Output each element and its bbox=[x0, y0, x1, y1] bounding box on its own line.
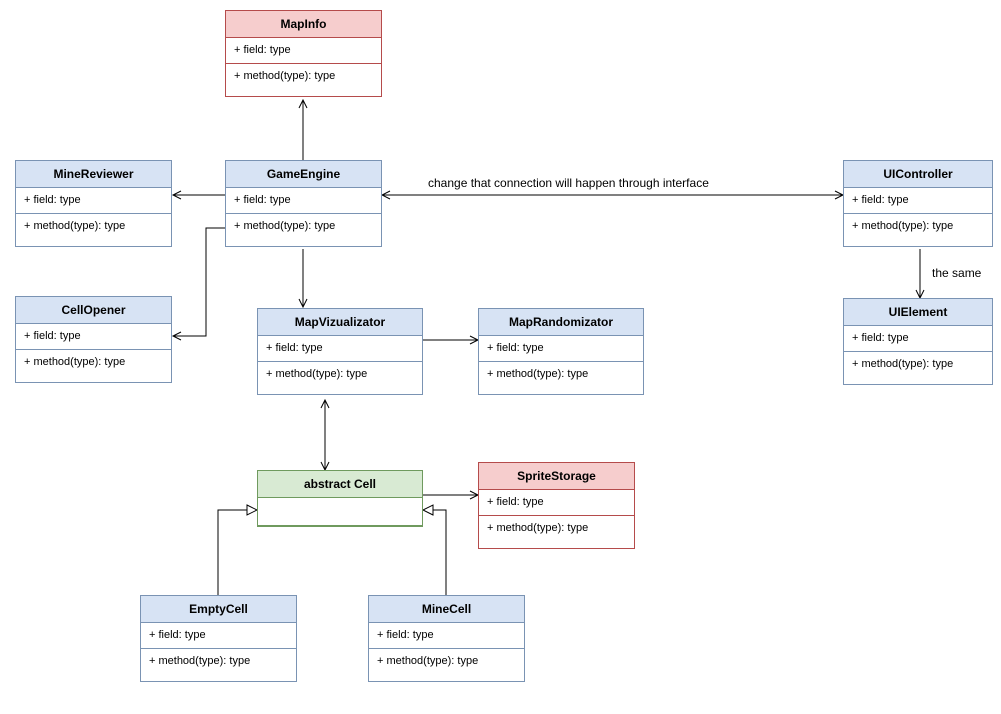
class-abstract-cell[interactable]: abstract Cell bbox=[257, 470, 423, 527]
class-spritestorage[interactable]: SpriteStorage + field: type + method(typ… bbox=[478, 462, 635, 549]
class-title: UIElement bbox=[844, 299, 992, 326]
class-methods: + method(type): type bbox=[141, 649, 296, 681]
class-methods: + method(type): type bbox=[226, 214, 381, 246]
edge-label-the-same: the same bbox=[932, 266, 981, 280]
class-fields: + field: type bbox=[226, 38, 381, 64]
class-title: GameEngine bbox=[226, 161, 381, 188]
class-title: MapVizualizator bbox=[258, 309, 422, 336]
class-cellopener[interactable]: CellOpener + field: type + method(type):… bbox=[15, 296, 172, 383]
class-methods: + method(type): type bbox=[369, 649, 524, 681]
class-fields: + field: type bbox=[16, 324, 171, 350]
class-fields: + field: type bbox=[16, 188, 171, 214]
class-mapinfo[interactable]: MapInfo + field: type + method(type): ty… bbox=[225, 10, 382, 97]
class-methods: + method(type): type bbox=[16, 214, 171, 246]
class-title: abstract Cell bbox=[258, 471, 422, 498]
class-fields: + field: type bbox=[844, 188, 992, 214]
class-maprandomizator[interactable]: MapRandomizator + field: type + method(t… bbox=[478, 308, 644, 395]
class-methods: + method(type): type bbox=[226, 64, 381, 96]
class-title: UIController bbox=[844, 161, 992, 188]
class-mapvizualizator[interactable]: MapVizualizator + field: type + method(t… bbox=[257, 308, 423, 395]
class-title: MapRandomizator bbox=[479, 309, 643, 336]
edge-gameengine-cellopener bbox=[173, 228, 225, 336]
class-minereviewer[interactable]: MineReviewer + field: type + method(type… bbox=[15, 160, 172, 247]
class-methods: + method(type): type bbox=[844, 214, 992, 246]
class-fields: + field: type bbox=[258, 336, 422, 362]
class-fields: + field: type bbox=[844, 326, 992, 352]
class-title: MineReviewer bbox=[16, 161, 171, 188]
class-methods: + method(type): type bbox=[479, 516, 634, 548]
class-emptycell[interactable]: EmptyCell + field: type + method(type): … bbox=[140, 595, 297, 682]
class-fields: + field: type bbox=[141, 623, 296, 649]
edge-emptycell-abstractcell bbox=[218, 510, 257, 595]
class-body bbox=[258, 498, 422, 526]
class-title: SpriteStorage bbox=[479, 463, 634, 490]
edge-minecell-abstractcell bbox=[423, 510, 446, 595]
class-methods: + method(type): type bbox=[258, 362, 422, 394]
class-methods: + method(type): type bbox=[16, 350, 171, 382]
class-fields: + field: type bbox=[369, 623, 524, 649]
class-title: CellOpener bbox=[16, 297, 171, 324]
class-methods: + method(type): type bbox=[844, 352, 992, 384]
class-fields: + field: type bbox=[479, 490, 634, 516]
class-uielement[interactable]: UIElement + field: type + method(type): … bbox=[843, 298, 993, 385]
class-fields: + field: type bbox=[226, 188, 381, 214]
edge-label-through-interface: change that connection will happen throu… bbox=[428, 176, 709, 190]
class-title: MineCell bbox=[369, 596, 524, 623]
class-title: MapInfo bbox=[226, 11, 381, 38]
class-gameengine[interactable]: GameEngine + field: type + method(type):… bbox=[225, 160, 382, 247]
class-title: EmptyCell bbox=[141, 596, 296, 623]
class-uicontroller[interactable]: UIController + field: type + method(type… bbox=[843, 160, 993, 247]
class-minecell[interactable]: MineCell + field: type + method(type): t… bbox=[368, 595, 525, 682]
class-methods: + method(type): type bbox=[479, 362, 643, 394]
class-fields: + field: type bbox=[479, 336, 643, 362]
